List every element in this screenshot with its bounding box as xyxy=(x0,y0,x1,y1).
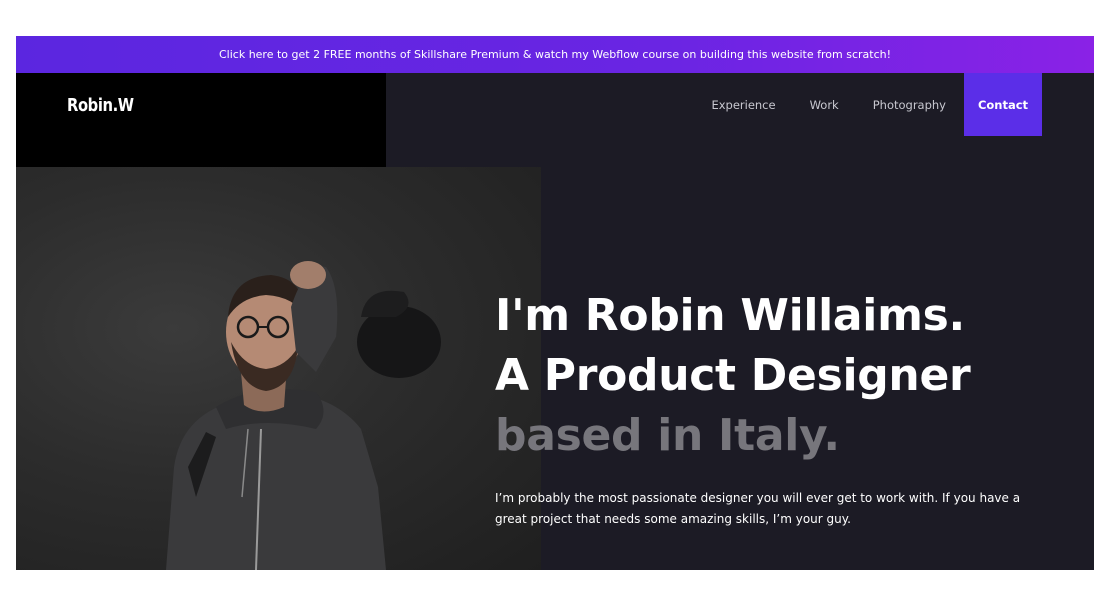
headline-line-3: based in Italy. xyxy=(495,410,840,461)
logo-block: Robin.W xyxy=(16,73,386,167)
hero-headline: I'm Robin Willaims. A Product Designer b… xyxy=(495,286,1055,466)
hero-section: I'm Robin Willaims. A Product Designer b… xyxy=(495,286,1055,530)
nav-photography[interactable]: Photography xyxy=(873,98,946,112)
promo-banner[interactable]: Click here to get 2 FREE months of Skill… xyxy=(16,36,1094,73)
page-frame: Click here to get 2 FREE months of Skill… xyxy=(16,36,1094,570)
contact-button[interactable]: Contact xyxy=(964,73,1042,136)
main-nav: Experience Work Photography Contact xyxy=(677,73,1042,136)
headline-line-1: I'm Robin Willaims. xyxy=(495,290,965,341)
portrait-illustration xyxy=(166,261,441,570)
site-logo[interactable]: Robin.W xyxy=(67,95,134,116)
headline-line-2: A Product Designer xyxy=(495,350,971,401)
nav-work[interactable]: Work xyxy=(810,98,839,112)
hero-photo xyxy=(16,167,541,570)
nav-experience[interactable]: Experience xyxy=(711,98,775,112)
hero-description: I’m probably the most passionate designe… xyxy=(495,491,1021,526)
